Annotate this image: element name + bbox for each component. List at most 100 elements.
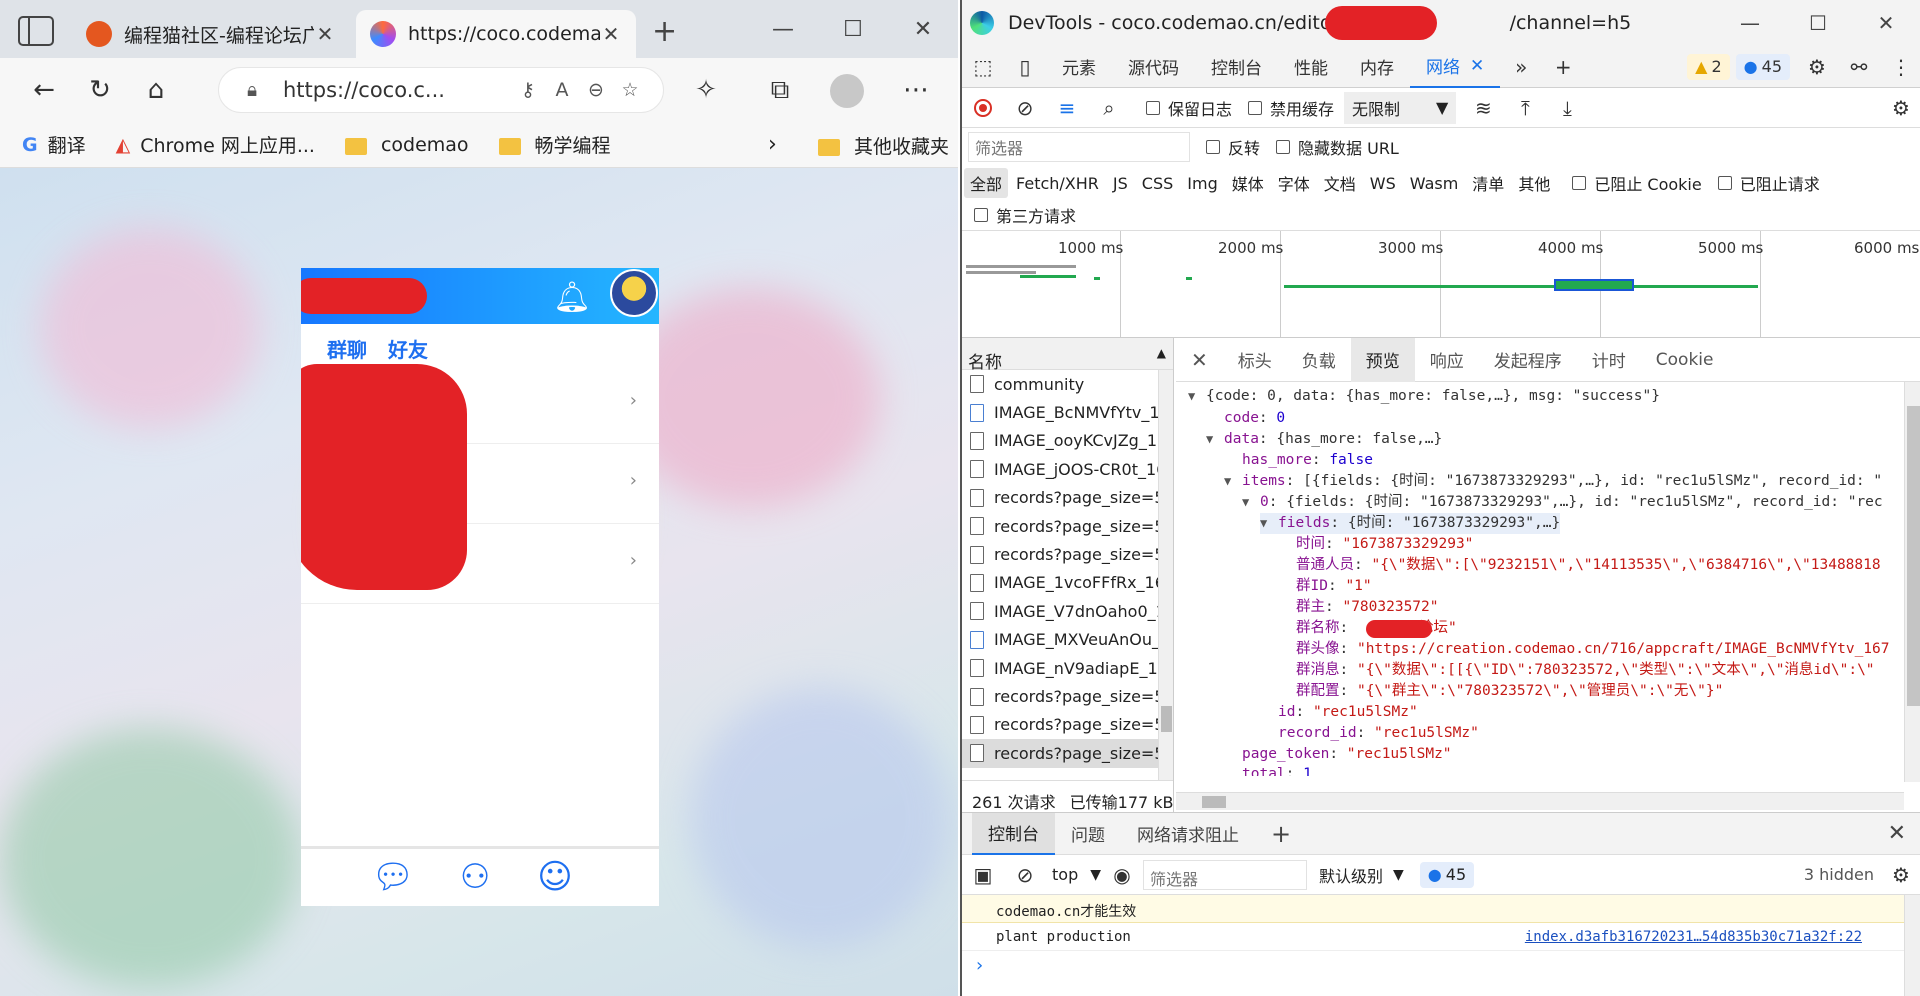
- preserve-log-checkbox[interactable]: 保留日志: [1146, 96, 1232, 120]
- new-tab-button[interactable]: +: [652, 14, 677, 49]
- json-line[interactable]: code: 0: [1224, 408, 1285, 429]
- log-level-select[interactable]: 默认级别 ▼: [1319, 863, 1404, 887]
- add-drawer-tab-icon[interactable]: +: [1255, 813, 1307, 855]
- refresh-icon[interactable]: ↻: [72, 66, 128, 114]
- hide-data-urls-checkbox[interactable]: 隐藏数据 URL: [1276, 135, 1399, 159]
- customize-icon[interactable]: ⚯: [1838, 46, 1880, 88]
- console-settings-icon[interactable]: ⚙: [1880, 854, 1920, 896]
- invert-checkbox[interactable]: 反转: [1206, 135, 1260, 159]
- bookmark-chrome-store[interactable]: ◭ Chrome 网上应用...: [116, 131, 315, 158]
- panel-tab-sources[interactable]: 源代码: [1112, 46, 1195, 88]
- detail-tab-cookies[interactable]: Cookie: [1641, 338, 1729, 382]
- json-line[interactable]: has_more: false: [1242, 450, 1373, 471]
- address-text[interactable]: https://coco.c...: [283, 78, 511, 102]
- drawer-tab-request-blocking[interactable]: 网络请求阻止: [1121, 813, 1255, 855]
- json-line[interactable]: 群配置: "{\"群主\":\"780323572\",\"管理员\":\"无\…: [1296, 681, 1723, 702]
- json-line[interactable]: 群消息: "{\"数据\":[[{\"ID\":780323572,\"类型\"…: [1296, 660, 1875, 681]
- back-icon[interactable]: ←: [16, 66, 72, 114]
- console-filter-input[interactable]: 筛选器: [1143, 859, 1307, 890]
- json-line[interactable]: ▼ items: [{fields: {时间: "1673873329293",……: [1224, 471, 1882, 492]
- more-panels-icon[interactable]: »: [1500, 46, 1542, 88]
- detail-tab-headers[interactable]: 标头: [1223, 338, 1287, 382]
- json-line[interactable]: 群主: "780323572": [1296, 597, 1439, 618]
- browser-tab[interactable]: 编程猫社区-编程论坛广 ✕: [72, 10, 350, 58]
- drawer-tab-issues[interactable]: 问题: [1055, 813, 1121, 855]
- type-filter-font[interactable]: 字体: [1272, 168, 1316, 198]
- request-row[interactable]: records?page_size=50: [962, 711, 1173, 739]
- type-filter-doc[interactable]: 文档: [1318, 168, 1362, 198]
- detail-tab-payload[interactable]: 负载: [1287, 338, 1351, 382]
- profile-icon[interactable]: ☺: [531, 857, 579, 905]
- close-detail-icon[interactable]: ✕: [1176, 338, 1223, 382]
- disable-cache-checkbox[interactable]: 禁用缓存: [1248, 96, 1334, 120]
- network-conditions-icon[interactable]: ≋: [1462, 87, 1504, 129]
- more-options-icon[interactable]: ⋮: [1880, 46, 1920, 88]
- expand-triangle-icon[interactable]: ▼: [1242, 492, 1260, 513]
- panel-tab-console[interactable]: 控制台: [1195, 46, 1278, 88]
- request-row[interactable]: records?page_size=50: [962, 512, 1173, 540]
- tab-close-icon[interactable]: ✕: [314, 22, 336, 46]
- request-row[interactable]: IMAGE_V7dnOaho0_1: [962, 597, 1173, 625]
- console-message-warning[interactable]: codemao.cn才能生效: [962, 895, 1920, 923]
- json-line[interactable]: ▼ 0: {fields: {时间: "1673873329293",…}, id…: [1242, 492, 1883, 513]
- type-filter-img[interactable]: Img: [1181, 171, 1223, 196]
- extensions-icon[interactable]: ✧: [678, 66, 734, 114]
- tab-close-icon[interactable]: ✕: [600, 22, 622, 46]
- request-row[interactable]: IMAGE_1vcoFFfRx_167: [962, 569, 1173, 597]
- json-line[interactable]: record_id: "rec1u5lSMz": [1278, 723, 1479, 744]
- clear-icon[interactable]: ⊘: [1004, 87, 1046, 129]
- filter-icon[interactable]: ≡: [1046, 87, 1088, 129]
- user-avatar[interactable]: [610, 269, 658, 317]
- bookmark-changxue[interactable]: 畅学编程: [498, 131, 611, 158]
- network-timeline-overview[interactable]: 1000 ms 2000 ms 3000 ms 4000 ms 5000 ms …: [962, 230, 1920, 338]
- other-bookmarks-folder[interactable]: 其他收藏夹: [818, 132, 949, 159]
- device-toolbar-icon[interactable]: ▯: [1004, 46, 1046, 88]
- read-aloud-icon[interactable]: A: [545, 79, 579, 101]
- detail-tab-preview[interactable]: 预览: [1350, 337, 1415, 382]
- maximize-icon[interactable]: ☐: [1784, 0, 1852, 46]
- json-line[interactable]: 群头像: "https://creation.codemao.cn/716/ap…: [1296, 639, 1889, 660]
- record-stop-icon[interactable]: [962, 87, 1004, 129]
- scrollbar-thumb[interactable]: [1907, 406, 1920, 706]
- type-filter-ws[interactable]: WS: [1364, 171, 1402, 196]
- bookmark-translate[interactable]: G 翻译: [22, 131, 86, 158]
- live-expression-eye-icon[interactable]: ◉: [1101, 854, 1143, 896]
- lock-icon[interactable]: 🔒︎: [235, 79, 269, 101]
- json-line[interactable]: ▼ data: {has_more: false,…}: [1206, 429, 1442, 450]
- json-root[interactable]: ▼ {code: 0, data: {has_more: false,…}, ms…: [1188, 386, 1660, 407]
- tab-group-chat[interactable]: 群聊: [327, 334, 367, 368]
- request-row[interactable]: IMAGE_ooyKCvJZg_16: [962, 427, 1173, 455]
- browser-tab-active[interactable]: https://coco.codemao.c ✕: [356, 10, 636, 58]
- json-line[interactable]: 群ID: "1": [1296, 576, 1372, 597]
- import-har-icon[interactable]: ⤒: [1504, 87, 1546, 129]
- json-line[interactable]: 普通人员: "{\"数据\":[\"9232151\",\"14113535\"…: [1296, 555, 1881, 576]
- profile-avatar-icon[interactable]: [830, 74, 864, 108]
- address-bar[interactable]: 🔒︎ https://coco.c... ⚷ A ⊖ ☆: [218, 67, 664, 113]
- request-row[interactable]: IMAGE_nV9adiapE_16: [962, 654, 1173, 682]
- scrollbar-thumb[interactable]: [1161, 706, 1172, 732]
- collections-icon[interactable]: ⧉: [752, 66, 808, 114]
- clear-console-icon[interactable]: ⊘: [1004, 854, 1046, 896]
- request-row[interactable]: IMAGE_jOOS-CR0t_16: [962, 455, 1173, 483]
- request-row-selected[interactable]: records?page_size=50: [962, 739, 1173, 768]
- bookmarks-overflow-button[interactable]: ›: [768, 132, 777, 157]
- type-filter-all[interactable]: 全部: [964, 168, 1009, 198]
- json-line[interactable]: page_token: "rec1u5lSMz": [1242, 744, 1452, 765]
- detail-tab-timing[interactable]: 计时: [1577, 338, 1641, 382]
- minimize-icon[interactable]: —: [1716, 0, 1784, 46]
- console-source-link[interactable]: index.d3afb316720231…54d835b30c71a32f:22: [1525, 929, 1862, 945]
- zoom-icon[interactable]: ⊖: [579, 79, 613, 101]
- export-har-icon[interactable]: ⤓: [1546, 87, 1588, 129]
- expand-triangle-icon[interactable]: ▼: [1188, 386, 1206, 407]
- inspect-element-icon[interactable]: ⬚: [962, 46, 1004, 88]
- type-filter-media[interactable]: 媒体: [1226, 168, 1270, 198]
- minimize-icon[interactable]: —: [748, 0, 818, 58]
- type-filter-css[interactable]: CSS: [1136, 171, 1179, 196]
- maximize-icon[interactable]: ☐: [818, 0, 888, 58]
- panel-tab-network[interactable]: 网络 ✕: [1410, 46, 1501, 88]
- blocked-requests-checkbox[interactable]: 已阻止请求: [1717, 171, 1820, 195]
- detail-tab-initiator[interactable]: 发起程序: [1479, 338, 1577, 382]
- json-line[interactable]: id: "rec1u5lSMz": [1278, 702, 1418, 723]
- json-line[interactable]: total: 1: [1242, 764, 1312, 776]
- preview-horizontal-scrollbar[interactable]: [1176, 792, 1904, 810]
